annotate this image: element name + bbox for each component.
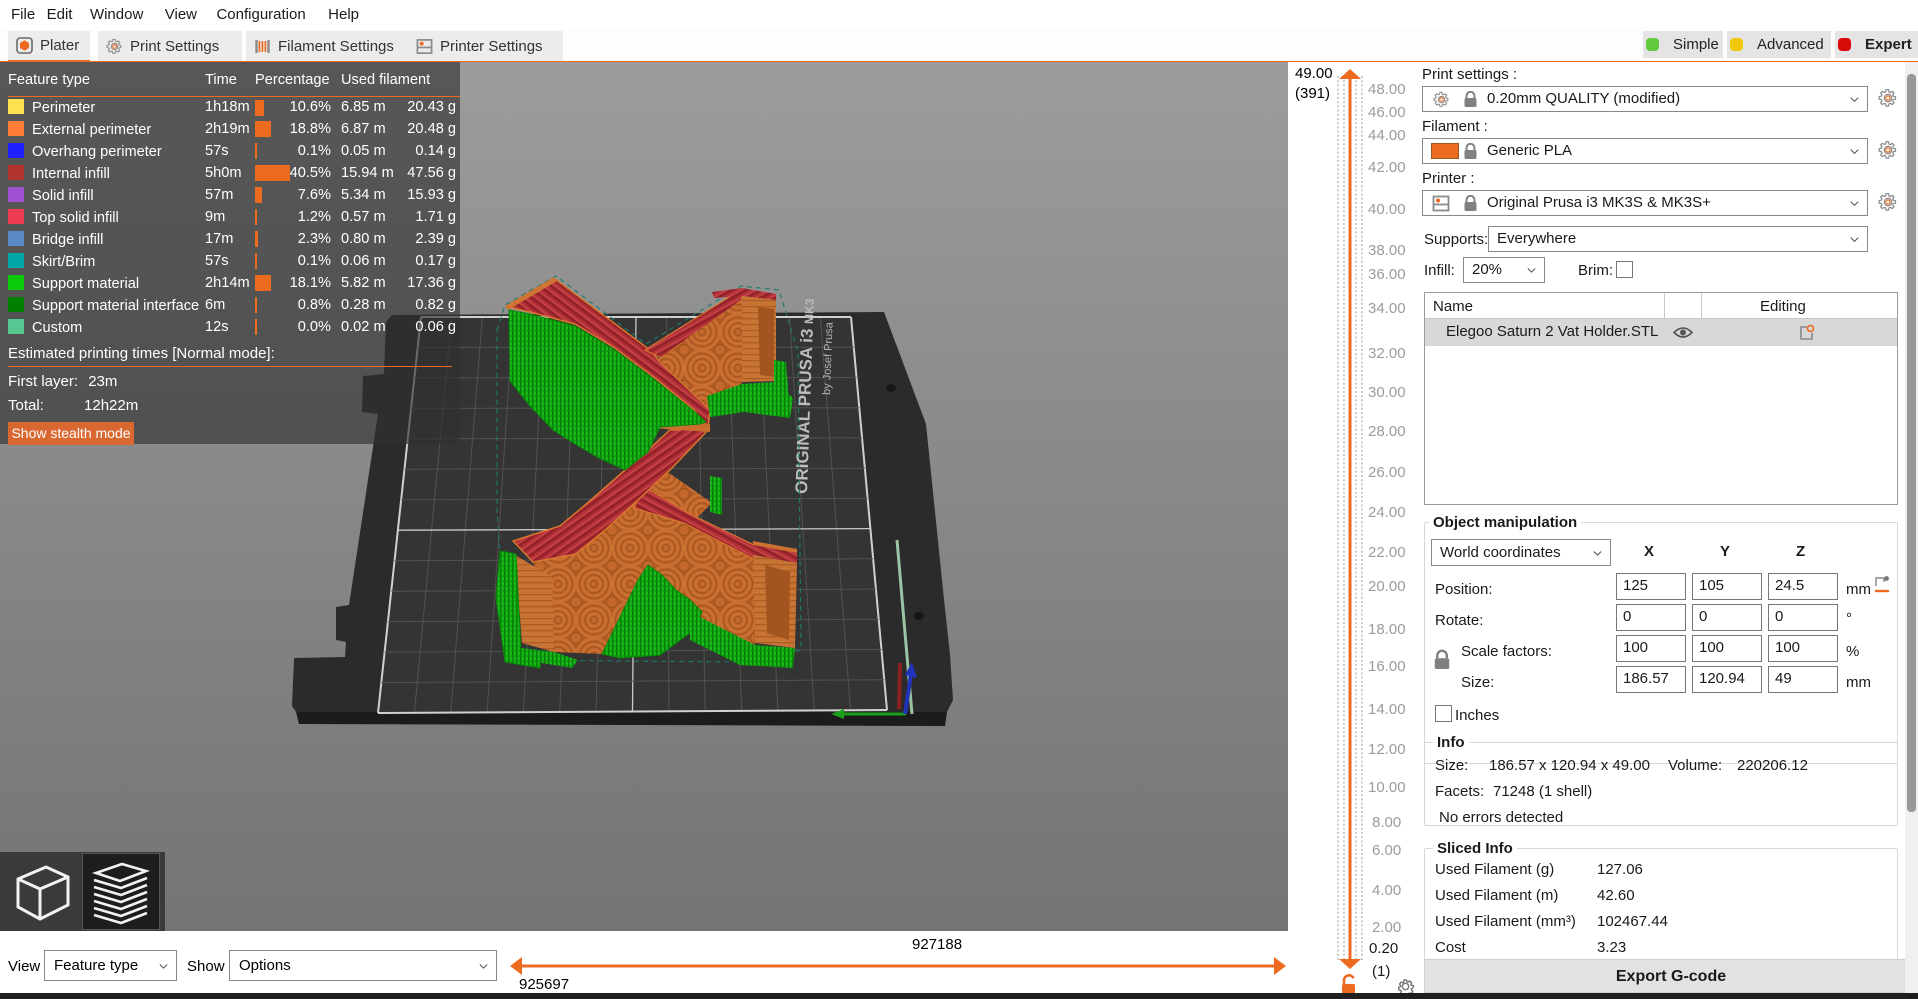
svg-text:by Josef Prusa: by Josef Prusa xyxy=(821,321,836,395)
